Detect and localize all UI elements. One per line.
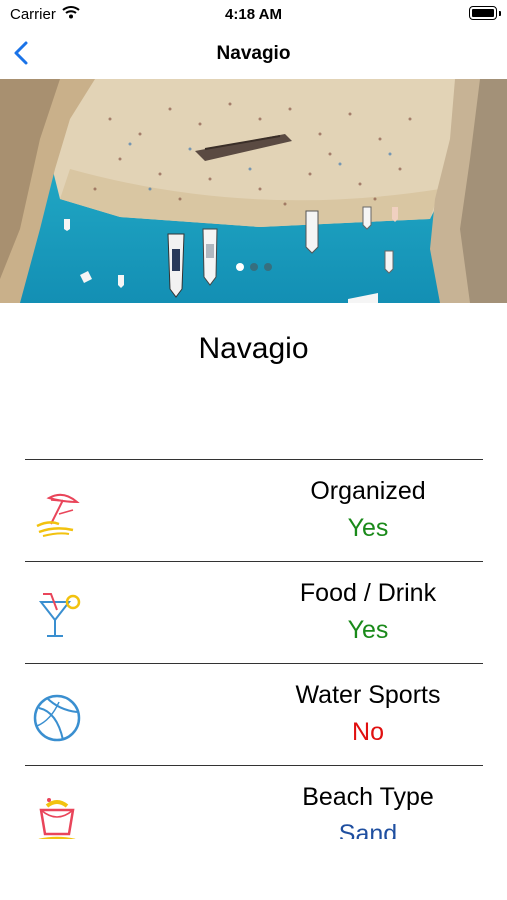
- cocktail-icon: [29, 592, 85, 642]
- beach-ball-icon: [29, 694, 85, 744]
- feature-label: Water Sports: [295, 681, 441, 709]
- feature-list[interactable]: Organized Yes Food / Drink Yes Water Spo…: [25, 459, 483, 839]
- feature-value: Yes: [347, 616, 389, 644]
- status-time: 4:18 AM: [225, 6, 282, 23]
- feature-row-beach-type: Beach Type Sand: [25, 765, 483, 839]
- feature-label: Beach Type: [302, 783, 434, 811]
- nav-title: Navagio: [216, 43, 291, 64]
- status-bar: Carrier 4:18 AM: [0, 0, 507, 30]
- feature-value: Yes: [347, 514, 389, 542]
- feature-row-organized: Organized Yes: [25, 459, 483, 561]
- sand-bucket-icon: [29, 796, 85, 839]
- navigation-bar: Navagio: [0, 30, 507, 78]
- page-dot-3[interactable]: [263, 263, 272, 271]
- feature-row-food-drink: Food / Drink Yes: [25, 561, 483, 663]
- feature-label: Organized: [310, 477, 426, 505]
- page-indicator[interactable]: [0, 258, 507, 276]
- feature-value: No: [352, 718, 384, 746]
- beach-photo-carousel[interactable]: [0, 79, 507, 303]
- page-dot-1[interactable]: [235, 263, 244, 271]
- feature-value: Sand: [338, 820, 398, 839]
- battery-icon: [469, 6, 501, 20]
- beach-name: Navagio: [198, 332, 309, 365]
- feature-label: Food / Drink: [299, 579, 437, 607]
- beach-umbrella-icon: [29, 490, 85, 540]
- page-dot-2[interactable]: [249, 263, 258, 271]
- feature-row-water-sports: Water Sports No: [25, 663, 483, 765]
